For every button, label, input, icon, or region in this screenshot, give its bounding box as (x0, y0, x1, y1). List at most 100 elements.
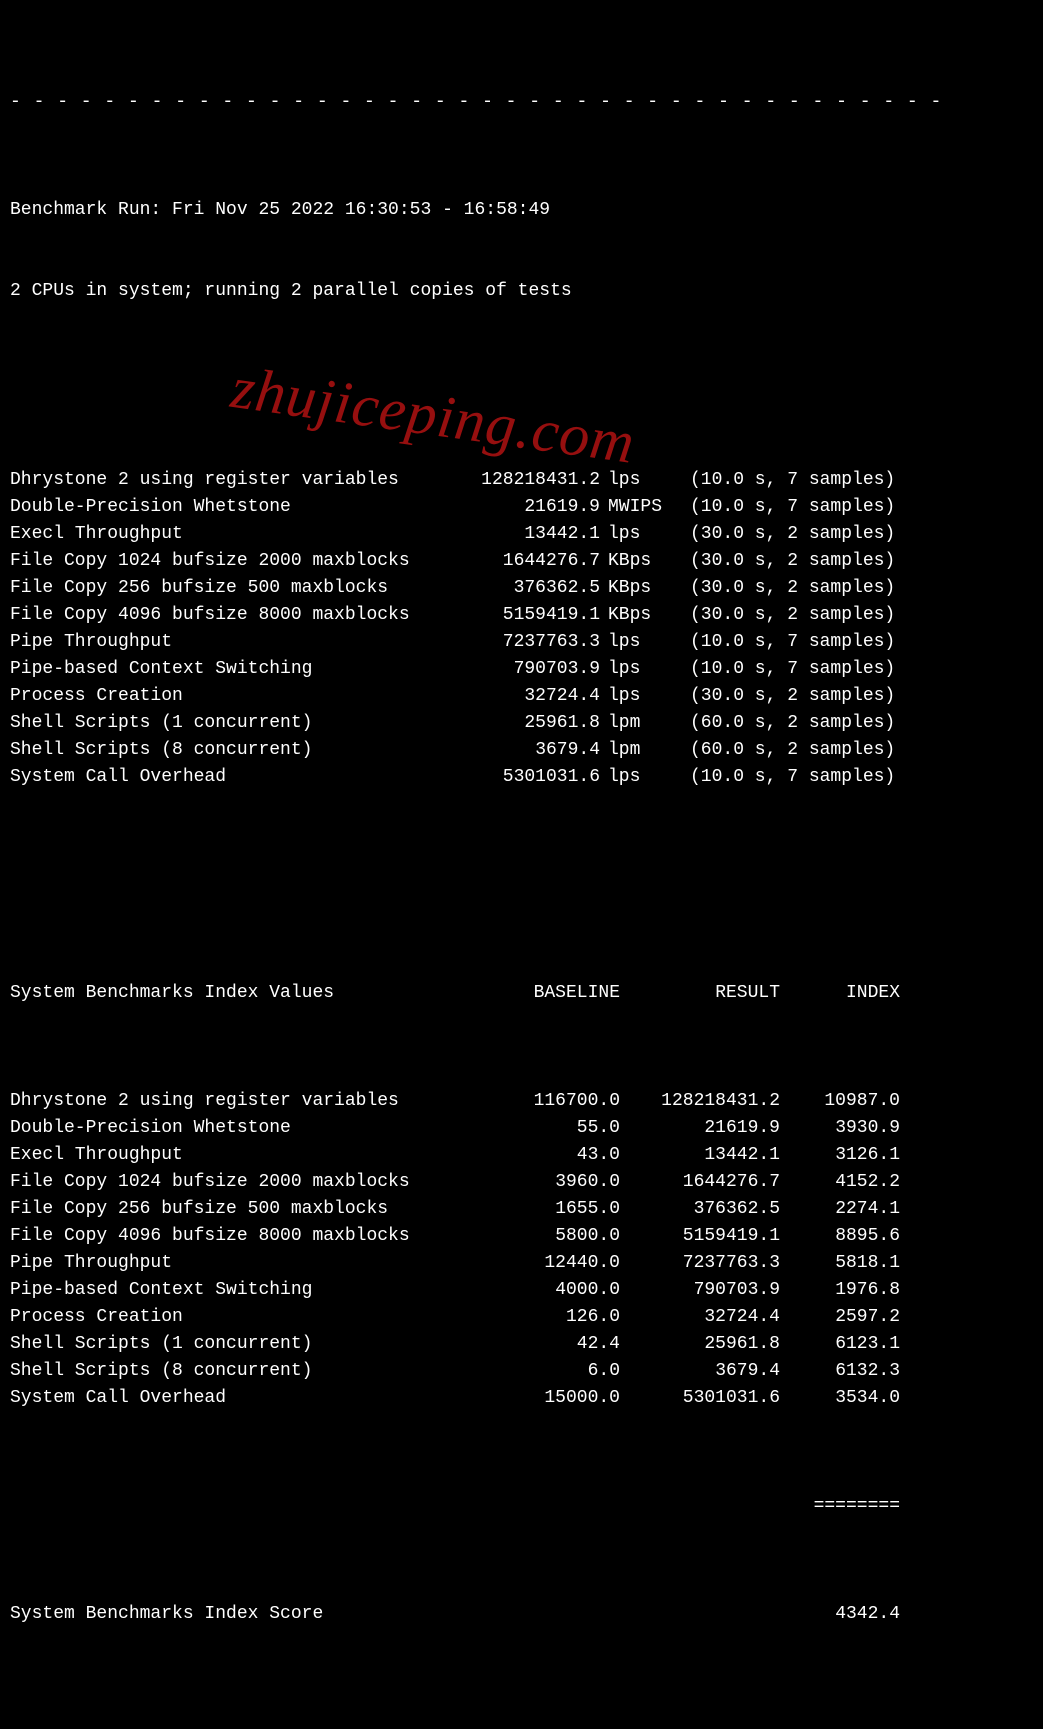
index-index: 5818.1 (780, 1250, 900, 1277)
result-name: Dhrystone 2 using register variables (10, 467, 450, 494)
result-unit: lps (600, 467, 678, 494)
result-unit: lps (600, 656, 678, 683)
result-detail: (10.0 s, 7 samples) (678, 656, 990, 683)
index-baseline: 1655.0 (450, 1196, 620, 1223)
results-block: Dhrystone 2 using register variables1282… (10, 467, 1033, 791)
result-detail: (60.0 s, 2 samples) (678, 710, 990, 737)
result-value: 5159419.1 (450, 602, 600, 629)
index-baseline: 116700.0 (450, 1088, 620, 1115)
index-result: 5301031.6 (620, 1385, 780, 1412)
result-name: Pipe-based Context Switching (10, 656, 450, 683)
index-row: Shell Scripts (8 concurrent)6.03679.4613… (10, 1358, 1033, 1385)
result-value: 1644276.7 (450, 548, 600, 575)
result-value: 3679.4 (450, 737, 600, 764)
index-baseline: 42.4 (450, 1331, 620, 1358)
result-row: Execl Throughput13442.1lps(30.0 s, 2 sam… (10, 521, 1033, 548)
result-detail: (30.0 s, 2 samples) (678, 521, 990, 548)
result-unit: lps (600, 629, 678, 656)
index-header-row: System Benchmarks Index Values BASELINE … (10, 980, 1033, 1007)
result-unit: KBps (600, 602, 678, 629)
result-unit: lps (600, 521, 678, 548)
index-index: 3930.9 (780, 1115, 900, 1142)
result-unit: lps (600, 764, 678, 791)
index-name: System Call Overhead (10, 1385, 450, 1412)
index-result: 1644276.7 (620, 1169, 780, 1196)
cpu-header-line: 2 CPUs in system; running 2 parallel cop… (10, 278, 1033, 305)
index-row: File Copy 4096 bufsize 8000 maxblocks580… (10, 1223, 1033, 1250)
index-row: Pipe-based Context Switching4000.0790703… (10, 1277, 1033, 1304)
result-value: 13442.1 (450, 521, 600, 548)
index-result: 5159419.1 (620, 1223, 780, 1250)
underline-spacer (10, 1493, 780, 1520)
index-name: Double-Precision Whetstone (10, 1115, 450, 1142)
index-baseline: 43.0 (450, 1142, 620, 1169)
result-row: Double-Precision Whetstone21619.9MWIPS(1… (10, 494, 1033, 521)
index-row: Dhrystone 2 using register variables1167… (10, 1088, 1033, 1115)
result-detail: (10.0 s, 7 samples) (678, 494, 990, 521)
result-detail: (10.0 s, 7 samples) (678, 629, 990, 656)
index-baseline: 3960.0 (450, 1169, 620, 1196)
result-name: File Copy 1024 bufsize 2000 maxblocks (10, 548, 450, 575)
index-result: 32724.4 (620, 1304, 780, 1331)
index-index: 1976.8 (780, 1277, 900, 1304)
result-detail: (10.0 s, 7 samples) (678, 764, 990, 791)
index-header-result: RESULT (620, 980, 780, 1007)
index-baseline: 55.0 (450, 1115, 620, 1142)
index-header-baseline: BASELINE (450, 980, 620, 1007)
result-unit: lps (600, 683, 678, 710)
index-index: 2597.2 (780, 1304, 900, 1331)
result-row: Pipe Throughput7237763.3lps(10.0 s, 7 sa… (10, 629, 1033, 656)
index-name: Execl Throughput (10, 1142, 450, 1169)
result-value: 5301031.6 (450, 764, 600, 791)
result-row: File Copy 1024 bufsize 2000 maxblocks164… (10, 548, 1033, 575)
index-block: Dhrystone 2 using register variables1167… (10, 1088, 1033, 1412)
result-row: File Copy 4096 bufsize 8000 maxblocks515… (10, 602, 1033, 629)
index-result: 25961.8 (620, 1331, 780, 1358)
result-detail: (30.0 s, 2 samples) (678, 683, 990, 710)
index-row: Pipe Throughput12440.07237763.35818.1 (10, 1250, 1033, 1277)
result-value: 7237763.3 (450, 629, 600, 656)
separator-line: - - - - - - - - - - - - - - - - - - - - … (10, 89, 1033, 116)
result-row: File Copy 256 bufsize 500 maxblocks37636… (10, 575, 1033, 602)
index-index: 10987.0 (780, 1088, 900, 1115)
index-result: 21619.9 (620, 1115, 780, 1142)
index-index: 6123.1 (780, 1331, 900, 1358)
index-header-title: System Benchmarks Index Values (10, 980, 450, 1007)
index-row: System Call Overhead15000.05301031.63534… (10, 1385, 1033, 1412)
index-result: 13442.1 (620, 1142, 780, 1169)
index-name: Shell Scripts (8 concurrent) (10, 1358, 450, 1385)
result-name: Shell Scripts (8 concurrent) (10, 737, 450, 764)
score-value: 4342.4 (450, 1601, 900, 1628)
result-value: 376362.5 (450, 575, 600, 602)
index-result: 128218431.2 (620, 1088, 780, 1115)
index-result: 7237763.3 (620, 1250, 780, 1277)
index-baseline: 6.0 (450, 1358, 620, 1385)
result-row: Dhrystone 2 using register variables1282… (10, 467, 1033, 494)
index-index: 3534.0 (780, 1385, 900, 1412)
index-name: Pipe Throughput (10, 1250, 450, 1277)
result-detail: (10.0 s, 7 samples) (678, 467, 990, 494)
index-name: Shell Scripts (1 concurrent) (10, 1331, 450, 1358)
result-unit: MWIPS (600, 494, 678, 521)
result-detail: (30.0 s, 2 samples) (678, 548, 990, 575)
run-header-line: Benchmark Run: Fri Nov 25 2022 16:30:53 … (10, 197, 1033, 224)
result-row: Process Creation32724.4lps(30.0 s, 2 sam… (10, 683, 1033, 710)
index-index: 4152.2 (780, 1169, 900, 1196)
index-row: File Copy 1024 bufsize 2000 maxblocks396… (10, 1169, 1033, 1196)
blank-line (10, 359, 1033, 386)
index-name: Pipe-based Context Switching (10, 1277, 450, 1304)
result-value: 128218431.2 (450, 467, 600, 494)
result-value: 25961.8 (450, 710, 600, 737)
result-name: System Call Overhead (10, 764, 450, 791)
index-name: Process Creation (10, 1304, 450, 1331)
index-name: Dhrystone 2 using register variables (10, 1088, 450, 1115)
index-index: 8895.6 (780, 1223, 900, 1250)
result-value: 21619.9 (450, 494, 600, 521)
result-unit: KBps (600, 548, 678, 575)
index-name: File Copy 4096 bufsize 8000 maxblocks (10, 1223, 450, 1250)
result-name: File Copy 256 bufsize 500 maxblocks (10, 575, 450, 602)
result-unit: KBps (600, 575, 678, 602)
index-baseline: 5800.0 (450, 1223, 620, 1250)
terminal-output: - - - - - - - - - - - - - - - - - - - - … (0, 0, 1043, 1729)
result-value: 790703.9 (450, 656, 600, 683)
